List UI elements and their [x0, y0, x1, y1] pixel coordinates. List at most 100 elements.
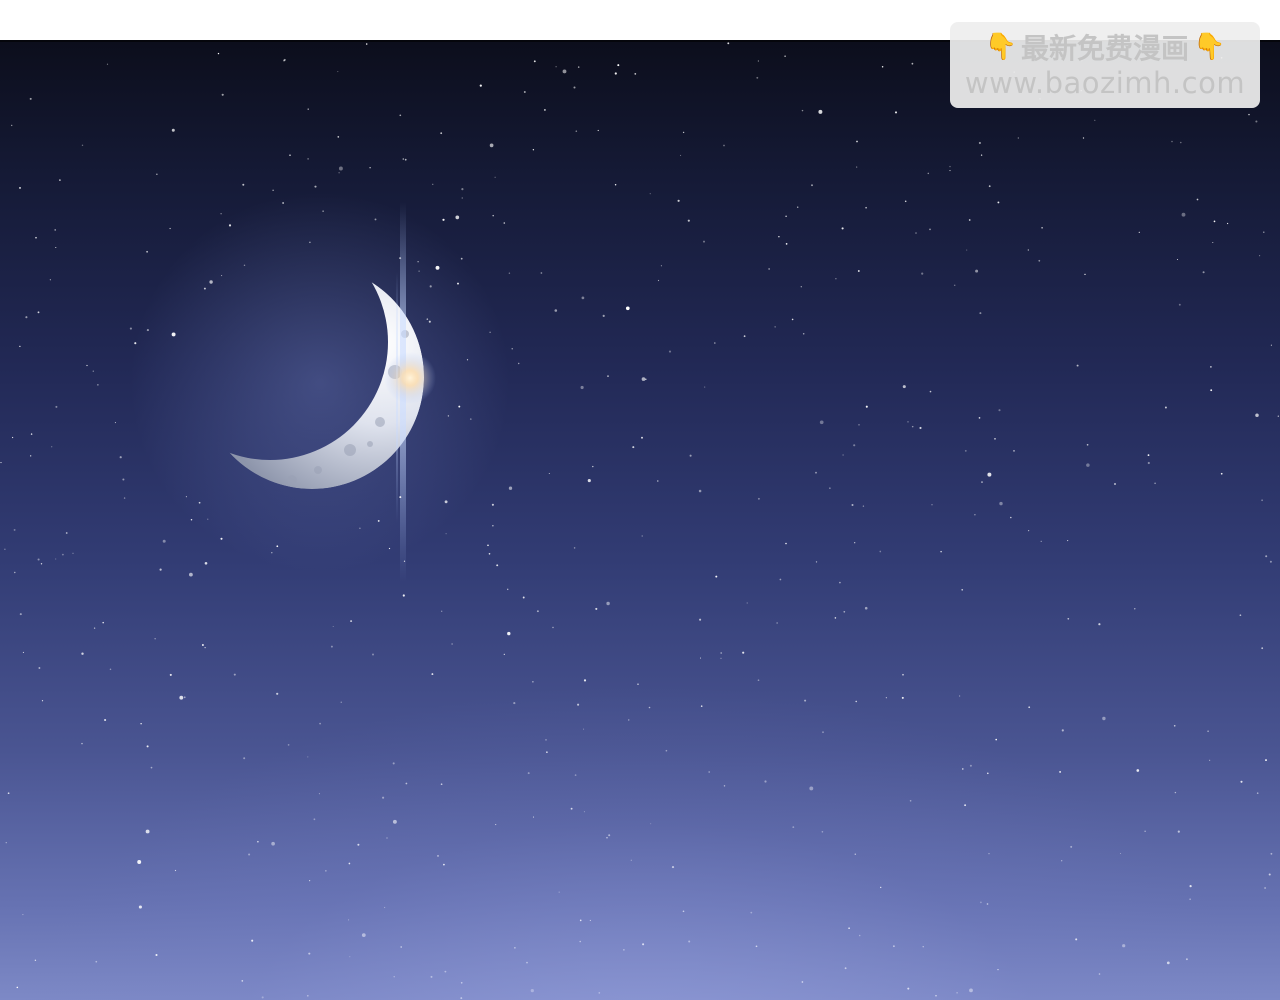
star — [469, 418, 472, 420]
star — [555, 66, 557, 68]
star — [931, 504, 933, 506]
star — [634, 73, 637, 75]
star — [819, 420, 824, 425]
star — [451, 643, 453, 645]
star — [13, 528, 16, 531]
star — [1027, 249, 1029, 251]
star — [322, 210, 324, 212]
star — [713, 342, 716, 344]
star — [276, 545, 279, 548]
star — [802, 332, 805, 335]
star — [1239, 614, 1242, 617]
star — [641, 377, 646, 381]
star — [201, 644, 204, 646]
star — [902, 673, 904, 676]
star — [220, 537, 223, 540]
star — [533, 60, 536, 63]
star — [369, 167, 371, 169]
star — [614, 72, 617, 75]
star — [350, 620, 353, 623]
star — [159, 568, 162, 571]
star — [532, 149, 535, 151]
star — [204, 647, 206, 649]
star — [114, 422, 116, 424]
star — [785, 215, 787, 217]
star — [11, 124, 13, 127]
star — [489, 331, 491, 333]
star — [492, 214, 494, 217]
star — [506, 588, 509, 591]
star — [72, 552, 74, 554]
star — [228, 224, 232, 227]
star — [919, 426, 922, 430]
star — [980, 154, 983, 156]
star — [1164, 406, 1167, 409]
star — [625, 306, 630, 311]
star — [496, 564, 499, 567]
star — [597, 129, 599, 132]
star — [839, 581, 841, 584]
star — [444, 500, 448, 504]
star — [720, 652, 723, 654]
star — [171, 128, 175, 132]
star — [51, 446, 53, 448]
star — [487, 544, 489, 547]
star — [55, 246, 57, 249]
star — [699, 618, 702, 621]
star — [1202, 271, 1205, 274]
star — [864, 606, 868, 610]
star — [185, 496, 187, 498]
star — [190, 518, 193, 521]
star — [330, 645, 333, 648]
star — [374, 218, 377, 221]
star — [402, 594, 405, 597]
star — [592, 465, 594, 468]
star — [953, 284, 956, 287]
star — [109, 668, 112, 671]
star — [865, 405, 868, 408]
star — [902, 385, 906, 389]
star — [978, 417, 981, 419]
star — [25, 316, 28, 319]
star — [606, 601, 610, 606]
star — [1277, 415, 1279, 417]
star — [55, 558, 57, 560]
star — [30, 433, 33, 435]
star — [169, 673, 172, 676]
night-sky-panel — [0, 40, 1280, 1000]
star — [1013, 450, 1015, 452]
star — [432, 183, 434, 185]
star — [815, 561, 818, 563]
star — [595, 607, 598, 610]
star — [447, 415, 450, 417]
star — [966, 249, 968, 251]
star — [154, 638, 156, 640]
star — [402, 158, 405, 160]
star — [743, 335, 746, 338]
star — [562, 69, 567, 74]
star — [801, 109, 804, 112]
star — [1171, 140, 1173, 143]
star — [975, 269, 979, 273]
star — [359, 527, 361, 529]
star — [122, 478, 125, 481]
star — [987, 472, 992, 477]
star — [440, 132, 443, 135]
star — [418, 270, 420, 272]
star — [554, 309, 558, 312]
star — [1181, 212, 1186, 217]
star — [189, 572, 193, 577]
pointing-down-hand-icon: 👇 — [984, 32, 1017, 62]
star — [81, 652, 84, 655]
star — [129, 327, 132, 330]
star — [981, 481, 983, 484]
star — [682, 131, 685, 134]
star — [614, 184, 617, 186]
star — [1220, 472, 1223, 475]
star — [1114, 483, 1116, 485]
star — [742, 651, 745, 654]
star — [171, 332, 176, 337]
star — [1086, 443, 1089, 446]
star — [904, 200, 907, 203]
star — [723, 144, 725, 147]
